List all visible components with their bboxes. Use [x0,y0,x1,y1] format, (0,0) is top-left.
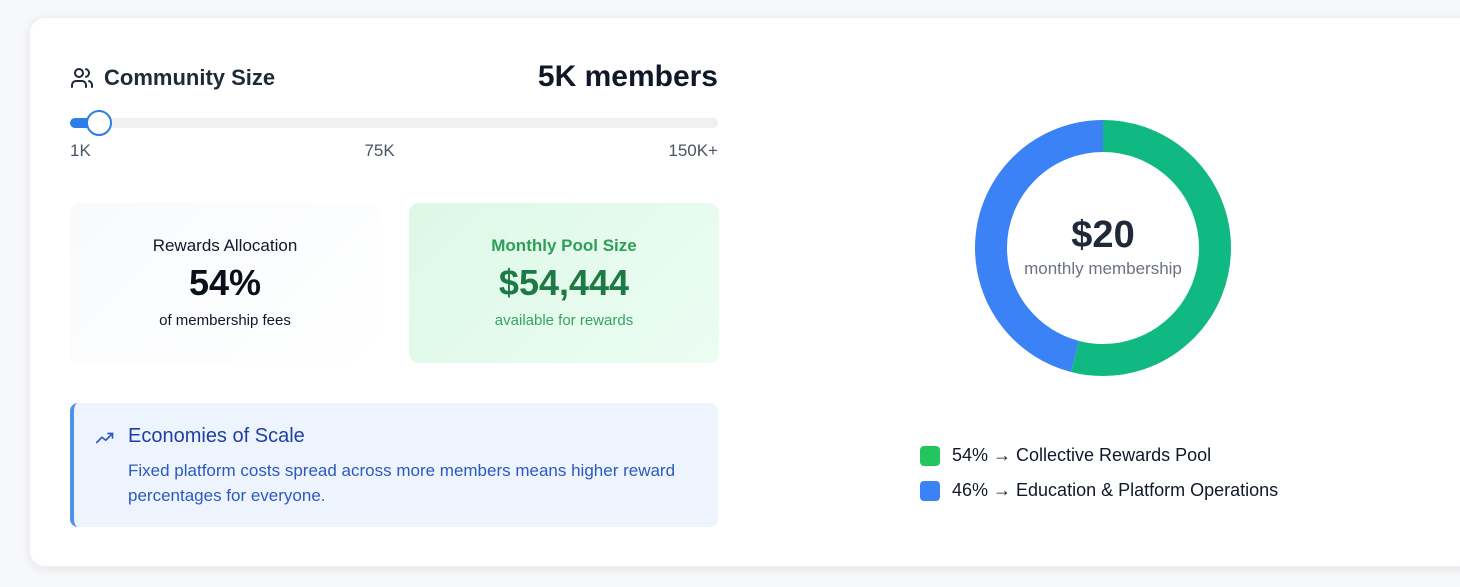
slider-thumb[interactable] [86,110,113,136]
donut-caption: monthly membership [1024,259,1182,278]
legend-item-operations: 46% → Education & Platform Operations [920,473,1278,508]
calculator-card: Community Size 5K members 1K 75K 150K+ R… [29,17,1460,567]
monthly-pool-title: Monthly Pool Size [491,236,637,255]
rewards-allocation-title: Rewards Allocation [152,236,298,255]
legend-swatch-green [920,445,940,466]
slider-min-label: 1K [70,141,91,160]
rewards-allocation-subtitle: of membership fees [159,312,291,329]
slider-labels: 1K 75K 150K+ [70,141,718,161]
users-icon [71,68,93,88]
monthly-pool-box: Monthly Pool Size $54,444 available for … [409,203,719,363]
rewards-allocation-box: Rewards Allocation 54% of membership fee… [70,203,380,363]
legend-swatch-blue [920,480,940,501]
donut-legend: 54% → Collective Rewards Pool 46% → Educ… [920,438,1278,508]
donut-amount: $20 [1071,214,1135,256]
community-size-title: Community Size [104,65,276,90]
monthly-pool-subtitle: available for rewards [494,312,634,329]
members-value: 5K members [537,60,718,93]
slider-max-label: 150K+ [668,141,718,160]
community-size-slider[interactable] [70,110,718,136]
legend-label-operations: 46% → Education & Platform Operations [952,480,1279,500]
community-size-header: Community Size [70,65,275,91]
monthly-pool-value: $54,444 [498,262,630,303]
rewards-allocation-value: 54% [188,262,262,303]
legend-label-rewards-pool: 54% → Collective Rewards Pool [952,445,1212,465]
legend-item-rewards-pool: 54% → Collective Rewards Pool [920,438,1278,473]
donut-center: $20 monthly membership [974,214,1232,279]
callout-title: Economies of Scale [128,425,305,447]
trending-up-icon [96,432,114,444]
economies-of-scale-callout: Economies of Scale Fixed platform costs … [70,403,718,527]
slider-mid-label: 75K [364,141,395,160]
callout-body: Fixed platform costs spread across more … [128,461,676,505]
